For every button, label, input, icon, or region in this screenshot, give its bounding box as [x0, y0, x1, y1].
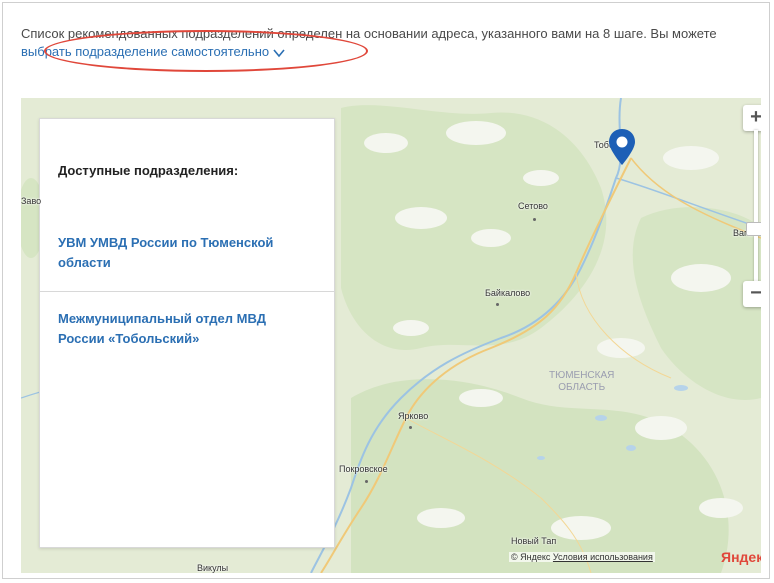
- units-panel: Доступные подразделения: УВМ УМВД России…: [39, 118, 335, 548]
- map[interactable]: Доступные подразделения: УВМ УМВД России…: [21, 98, 761, 573]
- yandex-logo: Яндекс: [721, 549, 761, 565]
- zoom-slider-thumb[interactable]: [746, 222, 761, 236]
- unit-item-uvm[interactable]: УВМ УМВД России по Тюменской области: [40, 233, 334, 295]
- place-label: Сетово: [518, 201, 548, 211]
- panel-title: Доступные подразделения:: [58, 163, 239, 178]
- place-label: Покровское: [339, 464, 388, 474]
- place-dot: [409, 426, 412, 429]
- place-label: Байкалово: [485, 288, 531, 298]
- region-label-line2: ОБЛАСТЬ: [558, 382, 606, 393]
- zoom-in-button[interactable]: +: [743, 105, 761, 131]
- terms-link[interactable]: Условия использования: [553, 552, 653, 562]
- place-label: Ярково: [398, 411, 429, 421]
- highlight-ellipse: [44, 30, 368, 72]
- page-frame: Список рекомендованных подразделений опр…: [2, 2, 770, 579]
- region-label: ТЮМЕНСКАЯ ОБЛАСТЬ: [549, 370, 614, 394]
- place-label: Викулы: [197, 563, 229, 573]
- unit-item-tobolsk[interactable]: Межмуниципальный отдел МВД России «Тобол…: [40, 309, 334, 349]
- map-copyright: © Яндекс Условия использования: [509, 552, 655, 562]
- copyright-text: © Яндекс: [511, 552, 551, 562]
- region-label-line1: ТЮМЕНСКАЯ: [549, 370, 615, 381]
- unit-divider: [40, 291, 334, 292]
- place-dot: [365, 480, 368, 483]
- zoom-out-button[interactable]: −: [743, 281, 761, 307]
- place-dot: [533, 218, 536, 221]
- zoom-slider-track[interactable]: [754, 130, 758, 290]
- place-label: Заво: [21, 196, 42, 206]
- place-label: Новый Тап: [511, 536, 557, 546]
- location-marker-icon[interactable]: [607, 128, 637, 166]
- place-dot: [496, 303, 499, 306]
